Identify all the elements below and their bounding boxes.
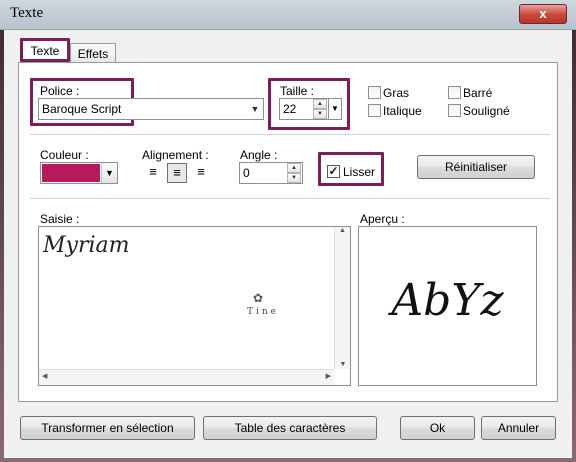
color-swatch (42, 164, 100, 182)
title-bar[interactable]: Texte x (0, 0, 576, 30)
smooth-label: Lisser (343, 165, 376, 179)
close-button[interactable]: x (519, 4, 567, 24)
align-right-icon[interactable]: ≡ (191, 163, 211, 183)
size-value: 22 (283, 102, 297, 116)
underline-checkbox[interactable] (448, 104, 461, 117)
chevron-down-icon[interactable]: ▼ (247, 99, 263, 119)
angle-input[interactable]: 0 ▲ ▼ (239, 162, 303, 184)
tab-texte-label: Texte (30, 44, 60, 58)
char-table-button[interactable]: Table des caractères (203, 416, 377, 440)
bold-label: Gras (383, 86, 410, 100)
input-label: Saisie : (40, 212, 80, 226)
spin-down-icon[interactable]: ▼ (313, 109, 327, 119)
preview-text: AbYz (391, 275, 504, 326)
window-title: Texte (10, 5, 44, 21)
smooth-checkbox[interactable]: ✓ (327, 165, 340, 178)
chevron-down-icon[interactable]: ▼ (101, 163, 117, 183)
input-text: Myriam (43, 233, 130, 258)
spin-up-icon[interactable]: ▲ (287, 163, 301, 173)
strike-label: Barré (463, 86, 493, 100)
scroll-up-icon[interactable]: ▲ (335, 227, 350, 234)
scroll-down-icon[interactable]: ▼ (335, 361, 351, 368)
align-left-icon[interactable]: ≡ (143, 163, 163, 183)
preview-label: Aperçu : (360, 212, 405, 226)
angle-value: 0 (243, 166, 250, 180)
font-value: Baroque Script (42, 102, 122, 116)
size-label: Taille : (280, 84, 315, 98)
size-dropdown-icon[interactable]: ▼ (328, 98, 342, 120)
divider (30, 198, 550, 199)
italic-label: Italique (383, 104, 422, 118)
font-select[interactable]: Baroque Script ▼ (38, 98, 264, 120)
tab-effets-label: Effets (77, 47, 109, 61)
char-table-label: Table des caractères (234, 421, 346, 435)
cancel-button[interactable]: Annuler (481, 416, 556, 440)
ok-label: Ok (429, 421, 446, 435)
alignment-label: Alignement : (142, 148, 209, 162)
bold-checkbox[interactable] (368, 86, 381, 99)
reset-label: Réinitialiser (444, 160, 508, 174)
size-input[interactable]: 22 ▲ ▼ (279, 98, 329, 120)
align-center-icon[interactable]: ≡ (167, 163, 187, 183)
vertical-scrollbar[interactable]: ▲ ▼ (334, 227, 350, 369)
to-selection-label: Transformer en sélection (41, 421, 174, 435)
close-icon: x (539, 6, 547, 21)
spin-up-icon[interactable]: ▲ (313, 99, 327, 109)
scroll-left-icon[interactable]: ◀ (42, 372, 47, 380)
horizontal-scrollbar[interactable]: ◀ ▶ (39, 369, 334, 385)
text-input-area[interactable]: Myriam Tine ✿ ▲ ▼ ◀ ▶ (38, 226, 351, 386)
strike-checkbox[interactable] (448, 86, 461, 99)
dialog-window: Texte x Texte Effets Police : Baroque Sc… (0, 0, 576, 462)
watermark-icon: ✿ (253, 291, 264, 305)
spin-down-icon[interactable]: ▼ (287, 173, 301, 183)
font-label: Police : (40, 84, 80, 98)
watermark-text: Tine (247, 307, 280, 317)
scroll-right-icon[interactable]: ▶ (326, 372, 331, 380)
to-selection-button[interactable]: Transformer en sélection (20, 416, 195, 440)
color-label: Couleur : (40, 148, 89, 162)
color-picker[interactable]: ▼ (40, 162, 118, 184)
tab-texte[interactable]: Texte (20, 38, 70, 62)
cancel-label: Annuler (497, 421, 540, 435)
angle-label: Angle : (240, 148, 278, 162)
divider (30, 134, 550, 135)
preview-box: AbYz (358, 226, 537, 386)
underline-label: Souligné (463, 104, 510, 118)
italic-checkbox[interactable] (368, 104, 381, 117)
ok-button[interactable]: Ok (400, 416, 475, 440)
reset-button[interactable]: Réinitialiser (417, 155, 535, 179)
